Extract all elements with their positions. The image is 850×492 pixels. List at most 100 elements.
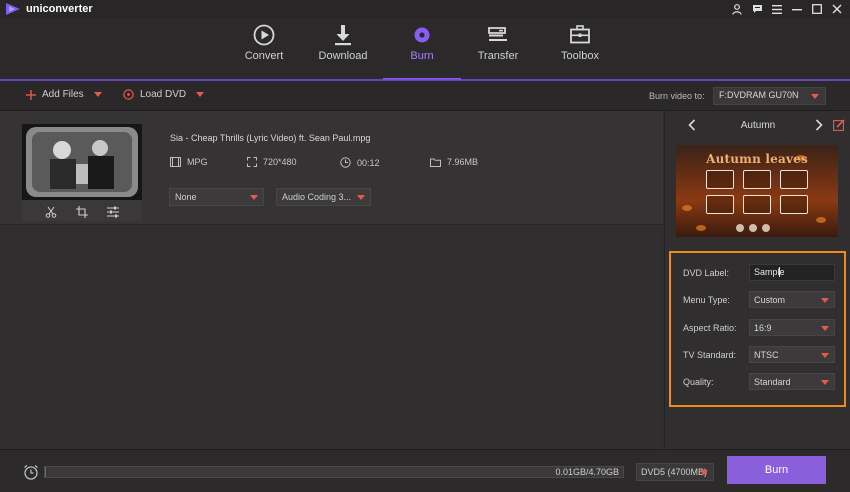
file-item[interactable]: Sia - Cheap Thrills (Lyric Video) ft. Se… [0,111,663,225]
disc-type-select[interactable]: DVD5 (4700MB) [636,463,714,481]
tv-standard-value: NTSC [754,350,779,360]
burn-video-to-label: Burn video to: [649,91,705,101]
tab-convert-label: Convert [244,50,284,62]
template-preview[interactable]: Autumn leaves [676,145,838,237]
chevron-down-icon [357,195,365,200]
add-files-button[interactable]: Add Files [26,89,102,100]
maximize-icon[interactable] [810,2,824,16]
leaf-decoration [682,205,692,211]
tab-toolbox[interactable]: Toolbox [541,18,619,80]
bottom-bar: 0.01GB/4.70GB DVD5 (4700MB) Burn [0,449,850,492]
feedback-icon[interactable] [750,2,764,16]
chevron-right-icon[interactable] [812,118,826,132]
tab-transfer[interactable]: Transfer [459,18,537,80]
thumbnail-image [22,124,142,200]
aspect-ratio-row: Aspect Ratio: 16:9 [671,319,844,337]
chevron-down-icon [821,326,829,331]
burn-button[interactable]: Burn [727,456,826,484]
burn-target-value: F:DVDRAM GU70N [719,90,799,100]
preview-title: Autumn leaves [706,152,808,166]
toolbar: Add Files Load DVD Burn video to: F:DVDR… [0,81,850,111]
chevron-down-icon[interactable] [93,92,102,97]
menu-type-label: Menu Type: [683,295,730,305]
aspect-ratio-label: Aspect Ratio: [683,323,737,333]
video-thumbnail[interactable] [22,124,142,221]
tv-standard-label: TV Standard: [683,350,737,360]
leaf-decoration [816,217,826,223]
audio-select-value: Audio Coding 3... [282,192,352,202]
crop-icon[interactable] [75,205,88,218]
download-icon [335,25,351,46]
file-size: 7.96MB [430,157,478,167]
subtitle-select[interactable]: None [169,188,264,206]
main-nav: Convert Download Burn Transfer Toolbox [0,18,850,80]
transfer-icon [488,27,507,41]
disc-usage-bar: 0.01GB/4.70GB [44,466,624,478]
dvd-settings-panel: Autumn Autumn leaves DVD Label: Sample M… [664,111,850,449]
dvd-label-input[interactable]: Sample [749,264,835,281]
thumbnail-tools [22,202,142,221]
film-icon [170,157,181,167]
window-controls [730,2,844,16]
quality-select[interactable]: Standard [749,373,835,390]
aspect-ratio-select[interactable]: 16:9 [749,319,835,336]
quality-row: Quality: Standard [671,373,844,391]
tab-download[interactable]: Download [304,18,382,80]
chevron-down-icon [700,470,708,475]
toolbox-icon [570,25,590,44]
tv-standard-select[interactable]: NTSC [749,346,835,363]
audio-select[interactable]: Audio Coding 3... [276,188,371,206]
trim-icon[interactable] [45,206,57,218]
disc-icon [123,89,134,100]
chevron-down-icon[interactable] [196,92,205,97]
menu-type-value: Custom [754,295,786,305]
menu-icon[interactable] [770,2,784,16]
app-title: uniconverter [26,3,93,15]
load-dvd-label: Load DVD [140,89,187,100]
menu-thumb-cell [780,195,808,214]
minimize-icon[interactable] [790,2,804,16]
file-duration: 00:12 [340,157,380,168]
tab-toolbox-label: Toolbox [561,50,599,62]
folder-icon [430,158,441,167]
menu-thumb-cell [743,170,771,189]
close-icon[interactable] [830,2,844,16]
effects-icon[interactable] [106,206,119,218]
tab-convert[interactable]: Convert [225,18,303,80]
menu-type-row: Menu Type: Custom [671,291,844,309]
file-resolution-value: 720*480 [263,157,297,167]
menu-type-select[interactable]: Custom [749,291,835,308]
tab-burn[interactable]: Burn [383,18,461,80]
text-cursor [779,267,780,277]
tab-download-label: Download [318,50,368,62]
file-resolution: 720*480 [247,157,297,167]
tv-standard-row: TV Standard: NTSC [671,346,844,364]
burn-disc-icon [414,27,430,43]
subtitle-select-value: None [175,192,197,202]
disc-usage-text: 0.01GB/4.70GB [555,467,619,477]
dvd-label-label: DVD Label: [683,268,730,278]
menu-thumb-cell [743,195,771,214]
account-icon[interactable] [730,2,744,16]
convert-icon [253,24,275,46]
schedule-alarm-icon[interactable] [23,464,39,480]
menu-thumb-cell [706,195,734,214]
file-format: MPG [170,157,208,167]
chevron-down-icon [250,195,258,200]
app-logo-icon [6,3,20,15]
next-icon [762,224,770,232]
aspect-ratio-value: 16:9 [754,323,772,333]
load-dvd-button[interactable]: Load DVD [123,89,205,100]
home-icon [736,224,744,232]
template-navigator: Autumn [665,111,850,141]
tab-burn-label: Burn [410,50,434,62]
chevron-down-icon [821,380,829,385]
edit-icon[interactable] [833,119,845,131]
plus-icon [26,89,36,100]
clock-icon [340,157,351,168]
menu-thumb-cell [780,170,808,189]
file-format-value: MPG [187,157,208,167]
dvd-label-row: DVD Label: Sample [671,264,844,282]
file-name: Sia - Cheap Thrills (Lyric Video) ft. Se… [170,133,371,143]
burn-target-select[interactable]: F:DVDRAM GU70N [713,87,826,105]
